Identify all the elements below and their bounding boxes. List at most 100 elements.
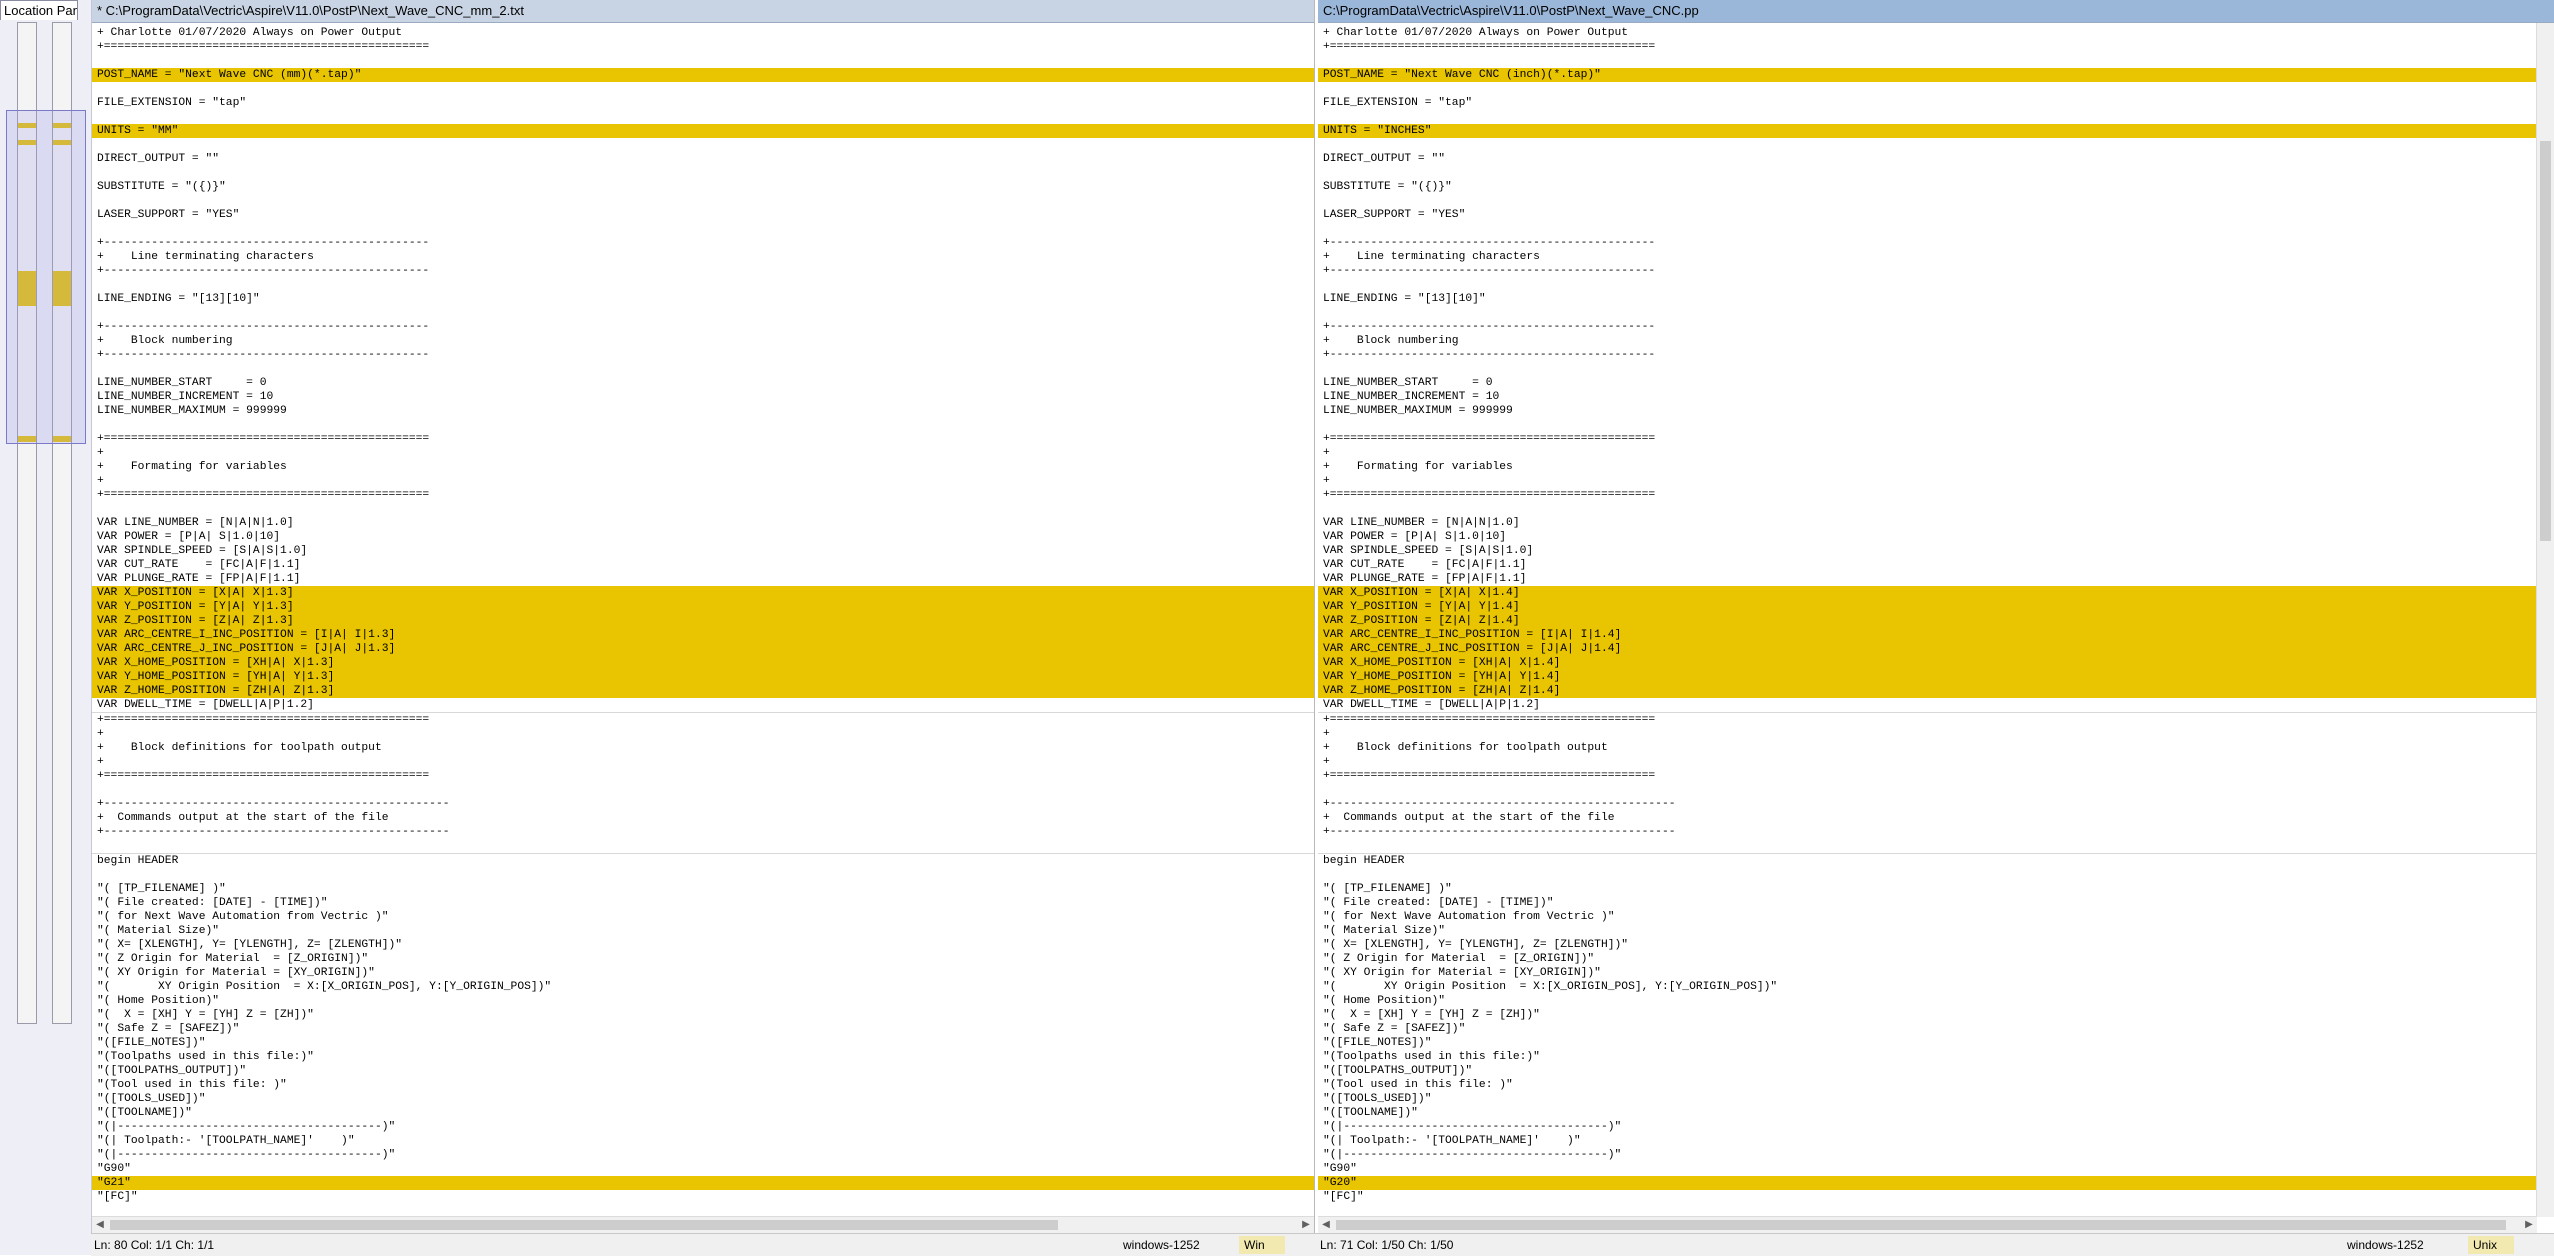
right-hscroll-thumb[interactable]	[1336, 1220, 2506, 1230]
code-line[interactable]: begin HEADER	[1318, 854, 2554, 868]
location-pane[interactable]: Location Pane	[0, 0, 92, 1255]
code-line[interactable]: +---------------------------------------…	[92, 264, 1314, 278]
code-line[interactable]: VAR Y_POSITION = [Y|A| Y|1.4]	[1318, 600, 2554, 614]
code-line[interactable]: VAR SPINDLE_SPEED = [S|A|S|1.0]	[92, 544, 1314, 558]
code-line[interactable]: "([TOOLS_USED])"	[92, 1092, 1314, 1106]
code-line[interactable]	[92, 222, 1314, 236]
code-line[interactable]: LINE_NUMBER_START = 0	[1318, 376, 2554, 390]
code-line[interactable]: SUBSTITUTE = "({)}"	[92, 180, 1314, 194]
code-line[interactable]: "( XY Origin Position = X:[X_ORIGIN_POS]…	[92, 980, 1314, 994]
code-line[interactable]: VAR PLUNGE_RATE = [FP|A|F|1.1]	[1318, 572, 2554, 586]
code-line[interactable]: +=======================================…	[1318, 40, 2554, 54]
code-line[interactable]: "(Tool used in this file: )"	[1318, 1078, 2554, 1092]
code-line[interactable]: LINE_NUMBER_INCREMENT = 10	[1318, 390, 2554, 404]
code-line[interactable]: +---------------------------------------…	[92, 797, 1314, 811]
code-line[interactable]: "( X= [XLENGTH], Y= [YLENGTH], Z= [ZLENG…	[92, 938, 1314, 952]
code-line[interactable]	[92, 54, 1314, 68]
code-line[interactable]: "( X = [XH] Y = [YH] Z = [ZH])"	[1318, 1008, 2554, 1022]
code-line[interactable]: +=======================================…	[1318, 713, 2554, 727]
code-line[interactable]: +	[1318, 755, 2554, 769]
code-line[interactable]: +	[92, 474, 1314, 488]
code-line[interactable]	[92, 278, 1314, 292]
code-line[interactable]: DIRECT_OUTPUT = ""	[1318, 152, 2554, 166]
code-line[interactable]	[92, 110, 1314, 124]
code-line[interactable]: VAR ARC_CENTRE_I_INC_POSITION = [I|A| I|…	[1318, 628, 2554, 642]
code-line[interactable]: + Charlotte 01/07/2020 Always on Power O…	[1318, 26, 2554, 40]
code-line[interactable]: +---------------------------------------…	[1318, 825, 2554, 839]
code-line[interactable]: "(| Toolpath:- '[TOOLPATH_NAME]' )"	[92, 1134, 1314, 1148]
code-line[interactable]: +=======================================…	[1318, 488, 2554, 502]
code-line[interactable]	[1318, 783, 2554, 797]
code-line[interactable]: +---------------------------------------…	[1318, 264, 2554, 278]
code-line[interactable]: + Charlotte 01/07/2020 Always on Power O…	[92, 26, 1314, 40]
code-line[interactable]: +	[1318, 446, 2554, 460]
code-line[interactable]	[92, 138, 1314, 152]
code-line[interactable]: FILE_EXTENSION = "tap"	[1318, 96, 2554, 110]
code-line[interactable]: VAR ARC_CENTRE_I_INC_POSITION = [I|A| I|…	[92, 628, 1314, 642]
code-line[interactable]: VAR ARC_CENTRE_J_INC_POSITION = [J|A| J|…	[92, 642, 1314, 656]
code-line[interactable]: +---------------------------------------…	[1318, 236, 2554, 250]
code-line[interactable]: VAR Y_HOME_POSITION = [YH|A| Y|1.4]	[1318, 670, 2554, 684]
code-line[interactable]: LINE_NUMBER_INCREMENT = 10	[92, 390, 1314, 404]
code-line[interactable]	[92, 868, 1314, 882]
scroll-right-icon[interactable]: ▶	[2521, 1217, 2537, 1233]
code-line[interactable]: VAR LINE_NUMBER = [N|A|N|1.0]	[92, 516, 1314, 530]
code-line[interactable]: "(| Toolpath:- '[TOOLPATH_NAME]' )"	[1318, 1134, 2554, 1148]
code-line[interactable]: LINE_NUMBER_MAXIMUM = 999999	[1318, 404, 2554, 418]
code-line[interactable]: VAR X_POSITION = [X|A| X|1.4]	[1318, 586, 2554, 600]
code-line[interactable]	[92, 166, 1314, 180]
code-line[interactable]	[1318, 868, 2554, 882]
code-line[interactable]: "( Z Origin for Material = [Z_ORIGIN])"	[1318, 952, 2554, 966]
code-line[interactable]: VAR PLUNGE_RATE = [FP|A|F|1.1]	[92, 572, 1314, 586]
code-line[interactable]: +---------------------------------------…	[92, 348, 1314, 362]
right-code-view[interactable]: + Charlotte 01/07/2020 Always on Power O…	[1318, 23, 2554, 1204]
code-line[interactable]: + Commands output at the start of the fi…	[92, 811, 1314, 825]
code-line[interactable]: VAR X_HOME_POSITION = [XH|A| X|1.3]	[92, 656, 1314, 670]
code-line[interactable]: UNITS = "INCHES"	[1318, 124, 2554, 138]
code-line[interactable]: DIRECT_OUTPUT = ""	[92, 152, 1314, 166]
code-line[interactable]	[92, 502, 1314, 516]
code-line[interactable]: "([TOOLNAME])"	[92, 1106, 1314, 1120]
code-line[interactable]: "( XY Origin for Material = [XY_ORIGIN])…	[1318, 966, 2554, 980]
code-line[interactable]	[92, 362, 1314, 376]
code-line[interactable]: "( [TP_FILENAME] )"	[1318, 882, 2554, 896]
code-line[interactable]	[1318, 502, 2554, 516]
scroll-left-icon[interactable]: ◀	[1318, 1217, 1334, 1233]
code-line[interactable]: VAR DWELL_TIME = [DWELL|A|P|1.2]	[92, 698, 1314, 713]
code-line[interactable]: "([TOOLPATHS_OUTPUT])"	[1318, 1064, 2554, 1078]
code-line[interactable]	[92, 306, 1314, 320]
code-line[interactable]: "([FILE_NOTES])"	[92, 1036, 1314, 1050]
code-line[interactable]	[1318, 138, 2554, 152]
code-line[interactable]: "[FC]"	[1318, 1190, 2554, 1204]
code-line[interactable]: "(|-------------------------------------…	[1318, 1120, 2554, 1134]
code-line[interactable]: LASER_SUPPORT = "YES"	[1318, 208, 2554, 222]
code-line[interactable]	[1318, 362, 2554, 376]
code-line[interactable]: VAR ARC_CENTRE_J_INC_POSITION = [J|A| J|…	[1318, 642, 2554, 656]
code-line[interactable]	[1318, 54, 2554, 68]
code-line[interactable]: "(|-------------------------------------…	[1318, 1148, 2554, 1162]
code-line[interactable]: VAR X_POSITION = [X|A| X|1.3]	[92, 586, 1314, 600]
code-line[interactable]: "( Material Size)"	[92, 924, 1314, 938]
left-file-title[interactable]: * C:\ProgramData\Vectric\Aspire\V11.0\Po…	[92, 0, 1314, 23]
code-line[interactable]: LINE_NUMBER_MAXIMUM = 999999	[92, 404, 1314, 418]
code-line[interactable]: VAR POWER = [P|A| S|1.0|10]	[1318, 530, 2554, 544]
code-line[interactable]: "(|-------------------------------------…	[92, 1120, 1314, 1134]
left-hscroll-thumb[interactable]	[110, 1220, 1058, 1230]
code-line[interactable]: VAR Z_POSITION = [Z|A| Z|1.3]	[92, 614, 1314, 628]
code-line[interactable]: +=======================================…	[92, 713, 1314, 727]
right-file-pane[interactable]: C:\ProgramData\Vectric\Aspire\V11.0\Post…	[1318, 0, 2554, 1233]
code-line[interactable]: "( X = [XH] Y = [YH] Z = [ZH])"	[92, 1008, 1314, 1022]
code-line[interactable]	[1318, 306, 2554, 320]
code-line[interactable]	[1318, 839, 2554, 854]
code-line[interactable]: +=======================================…	[92, 40, 1314, 54]
code-line[interactable]: "G21"	[92, 1176, 1314, 1190]
code-line[interactable]: "( for Next Wave Automation from Vectric…	[92, 910, 1314, 924]
code-line[interactable]: + Formating for variables	[1318, 460, 2554, 474]
code-line[interactable]	[1318, 82, 2554, 96]
code-line[interactable]: +---------------------------------------…	[92, 236, 1314, 250]
code-line[interactable]: +=======================================…	[1318, 769, 2554, 783]
scroll-right-icon[interactable]: ▶	[1298, 1217, 1314, 1233]
code-line[interactable]	[92, 82, 1314, 96]
code-line[interactable]: + Block definitions for toolpath output	[92, 741, 1314, 755]
code-line[interactable]: UNITS = "MM"	[92, 124, 1314, 138]
